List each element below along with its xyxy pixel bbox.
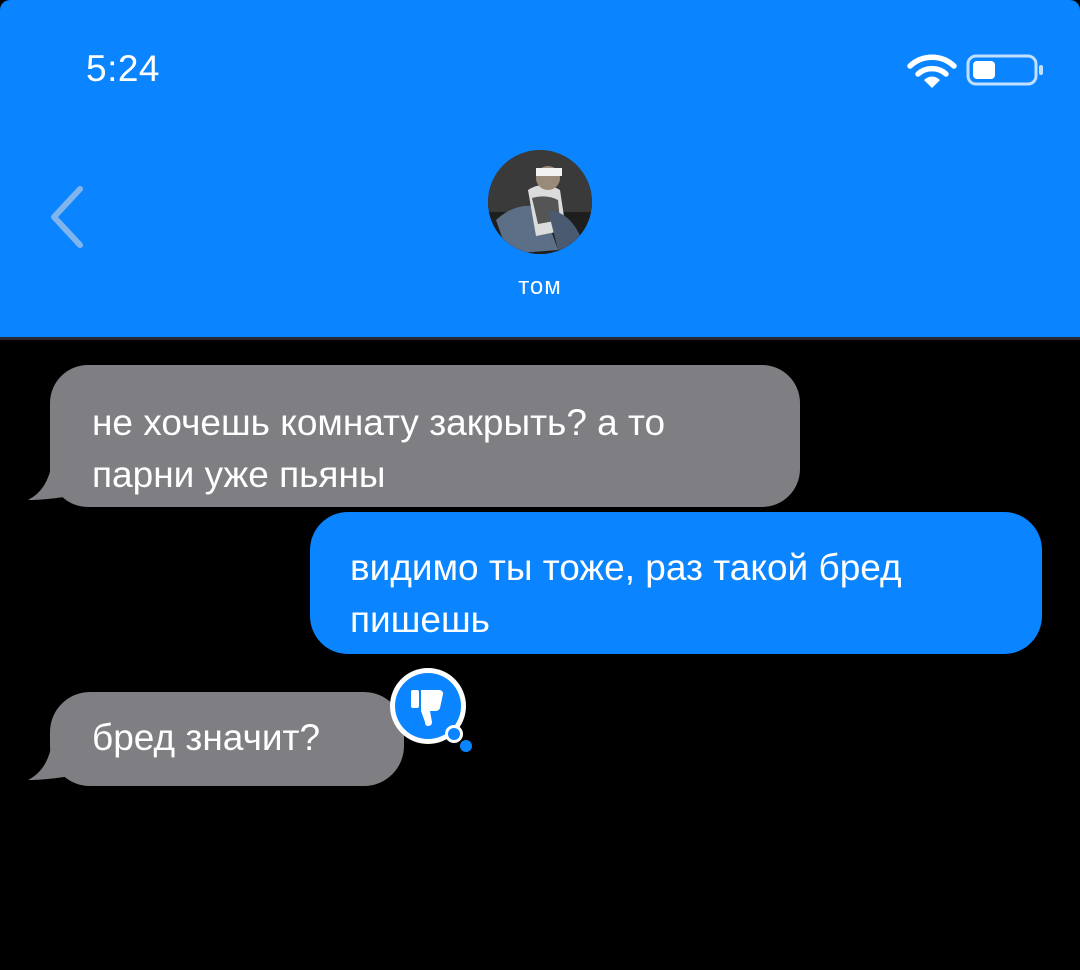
- battery-icon: [966, 54, 1043, 86]
- avatar-photo: [488, 150, 592, 254]
- message-text-line: парни уже пьяны: [92, 454, 386, 495]
- status-time: 5:24: [86, 48, 161, 89]
- chat-header: 5:24 том: [0, 0, 1080, 340]
- message-bubble-incoming[interactable]: не хочешь комнату закрыть? а то парни уж…: [50, 365, 800, 507]
- chat-screen: 5:24 том не хочешь комнату закрыть? а то…: [0, 0, 1080, 970]
- chevron-left-icon[interactable]: [44, 183, 92, 251]
- message-bubble-outgoing[interactable]: видимо ты тоже, раз такой бред пишешь: [310, 512, 1042, 654]
- avatar[interactable]: [488, 150, 592, 254]
- wifi-icon: [907, 54, 957, 88]
- thumbs-down-icon[interactable]: [384, 664, 476, 756]
- message-text-line: не хочешь комнату закрыть? а то: [92, 402, 666, 443]
- contact-name[interactable]: том: [440, 273, 640, 301]
- message-text-line: бред значит?: [92, 717, 321, 758]
- message-text-line: видимо ты тоже, раз такой бред: [350, 547, 902, 588]
- message-bubble-incoming[interactable]: бред значит?: [50, 692, 404, 786]
- message-text-line: пишешь: [350, 599, 490, 640]
